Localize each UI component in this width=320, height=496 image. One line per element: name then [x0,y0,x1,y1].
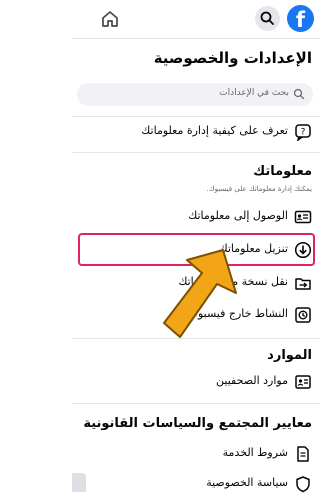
journalist-resources-icon [295,375,311,389]
transfer-icon [295,278,311,290]
terms-of-service-label: شروط الخدمة [222,446,288,459]
settings-search-input[interactable]: بحث في الإعدادات [77,83,313,106]
logo-letter: f [295,8,306,32]
access-your-info-item[interactable]: الوصول إلى معلوماتك [72,205,320,229]
search-button[interactable] [255,6,280,31]
search-placeholder: بحث في الإعدادات [219,88,289,98]
search-icon [260,11,274,25]
divider [72,116,320,117]
resources-title: الموارد [267,348,312,363]
your-info-title: معلوماتك [253,164,312,179]
page-title: الإعدادات والخصوصية [153,49,312,67]
privacy-policy-label: سياسة الخصوصية [206,476,288,489]
legal-title: معايير المجتمع والسياسات القانونية [83,416,312,431]
journalist-resources-label: موارد الصحفيين [216,374,288,387]
help-manage-info-label: تعرف على كيفية إدارة معلوماتك [141,124,288,137]
access-your-info-label: الوصول إلى معلوماتك [188,209,288,222]
id-card-icon [294,210,312,224]
privacy-policy-icon [296,476,310,493]
your-info-subtitle: يمكنك إدارة معلوماتك على فيسبوك. [206,185,312,193]
facebook-logo-icon[interactable]: f [287,5,314,32]
privacy-policy-item[interactable]: سياسة الخصوصية [72,472,320,496]
terms-of-service-item[interactable]: شروط الخدمة [72,442,320,466]
help-question-icon: ? [295,124,311,141]
svg-text:?: ? [301,128,306,138]
home-icon [102,11,118,27]
home-button[interactable] [100,9,120,29]
top-bar: f [72,0,320,39]
help-manage-info-item[interactable]: ? تعرف على كيفية إدارة معلوماتك [72,120,320,144]
off-facebook-activity-icon [295,307,311,323]
search-icon [293,88,305,100]
divider [72,403,320,404]
divider [72,152,320,153]
terms-icon [297,446,309,462]
pointer-arrow-icon [163,249,237,338]
journalist-resources-item[interactable]: موارد الصحفيين [72,370,320,394]
floating-edge-icon[interactable] [72,473,86,492]
